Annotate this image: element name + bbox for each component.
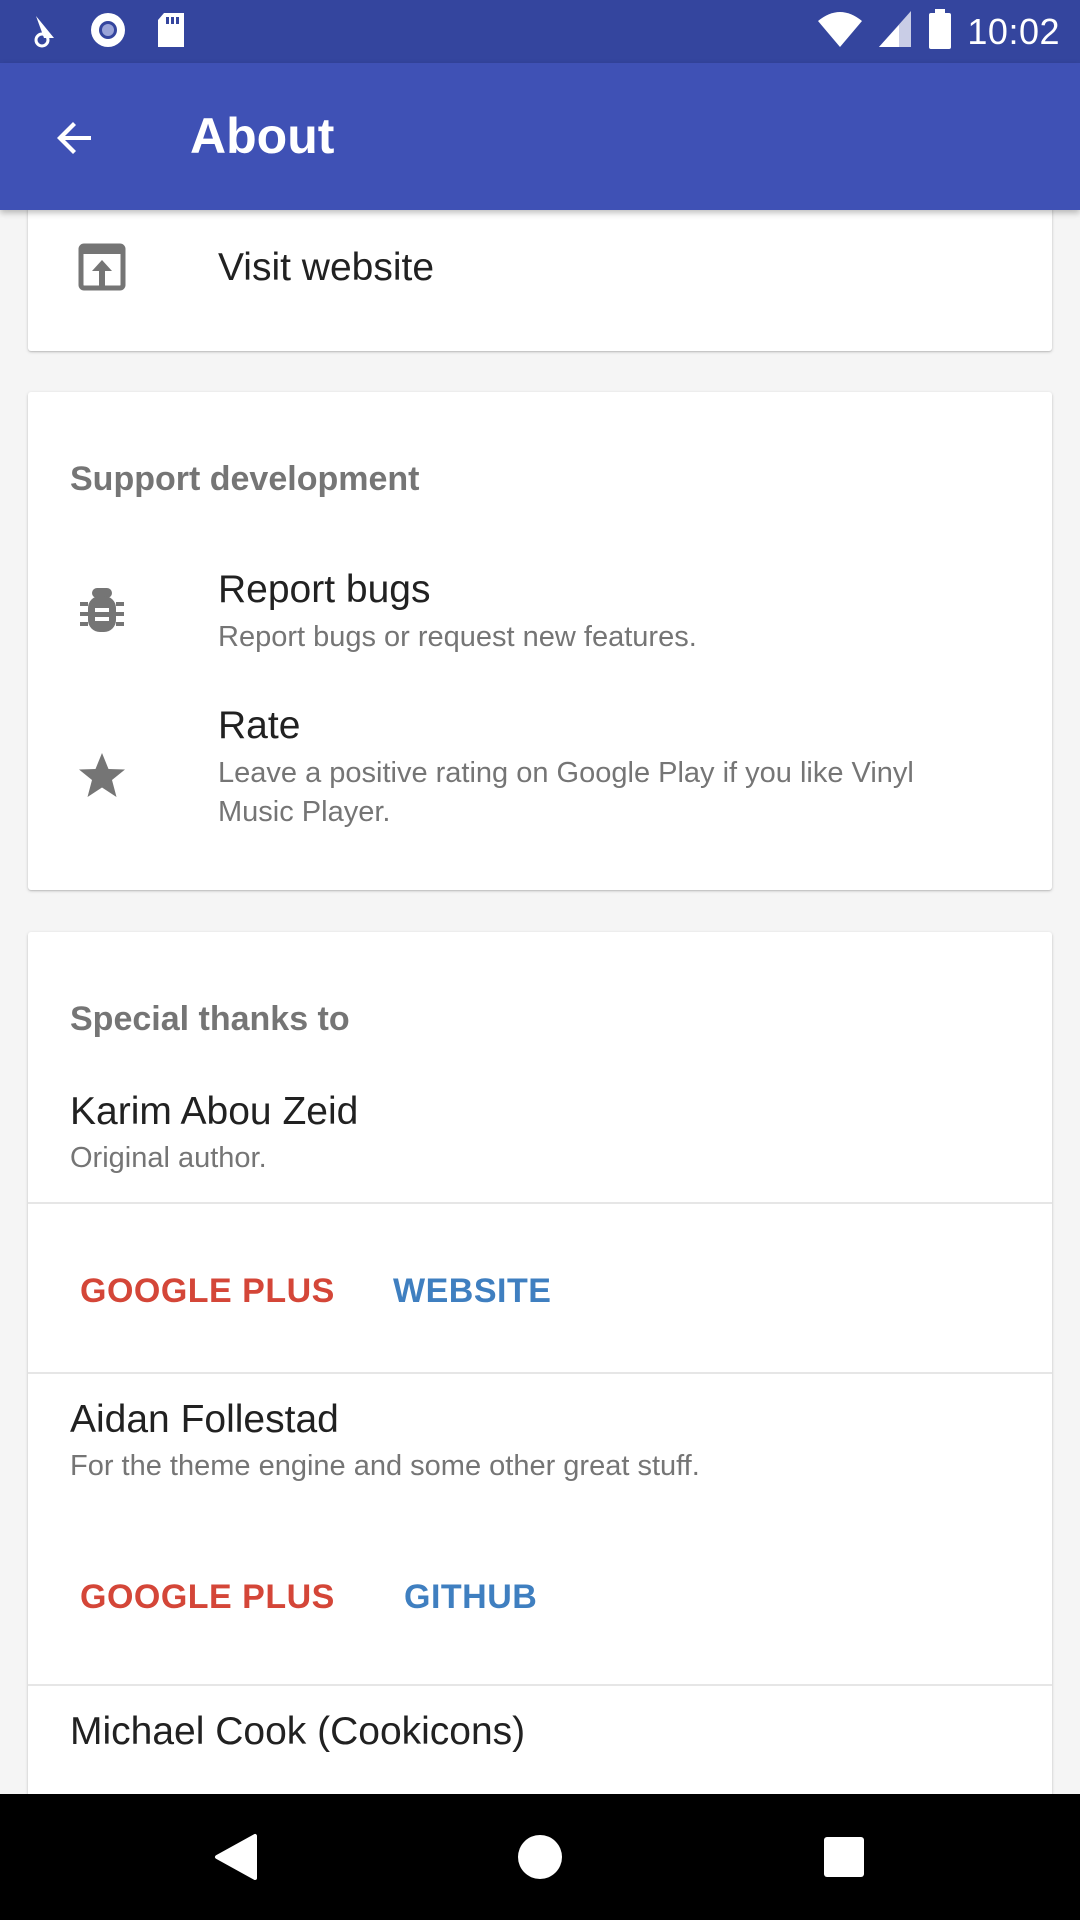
app-bar: About [0, 63, 1080, 210]
arrow-back-icon [57, 122, 91, 154]
report-bugs-subtitle: Report bugs or request new features. [218, 621, 697, 653]
person-name: Michael Cook (Cookicons) [70, 1710, 526, 1753]
circle-icon [88, 10, 128, 55]
divider [28, 1684, 1052, 1686]
divider [28, 1202, 1052, 1204]
github-button[interactable]: GITHUB [404, 1578, 537, 1617]
back-triangle-icon [215, 1834, 257, 1880]
star-icon [74, 748, 130, 804]
about-content[interactable]: Visit website Support development Report… [0, 210, 1080, 1794]
person-name: Aidan Follestad [70, 1398, 339, 1441]
wifi-icon [817, 9, 863, 54]
page-title: About [190, 108, 335, 164]
clock: 10:02 [967, 10, 1060, 52]
section-heading: Special thanks to [70, 1000, 350, 1038]
visit-website-row[interactable]: Visit website [28, 210, 1052, 351]
signal-icon [877, 9, 913, 54]
person-michael: Michael Cook (Cookicons) [28, 1710, 1052, 1794]
rate-title: Rate [218, 704, 301, 747]
google-plus-button[interactable]: GOOGLE PLUS [80, 1272, 335, 1311]
links-card: Visit website [28, 210, 1052, 351]
sd-card-icon [154, 11, 188, 54]
nav-recents-button[interactable] [816, 1829, 872, 1885]
person-karim: Karim Abou Zeid Original author. GOOGLE … [28, 1082, 1052, 1382]
website-button[interactable]: WEBSITE [393, 1272, 551, 1311]
home-circle-icon [518, 1835, 562, 1879]
back-button[interactable] [40, 103, 110, 173]
report-bugs-title: Report bugs [218, 568, 431, 611]
person-subtitle: Original author. [70, 1142, 267, 1174]
person-name: Karim Abou Zeid [70, 1090, 359, 1133]
status-bar: 10:02 [0, 0, 1080, 63]
nav-home-button[interactable] [512, 1829, 568, 1885]
support-card: Support development Report bugs Report b… [28, 392, 1052, 890]
navigation-bar [0, 1794, 1080, 1920]
divider [28, 1372, 1052, 1374]
rate-row[interactable]: Rate Leave a positive rating on Google P… [28, 692, 1052, 862]
person-subtitle: For the theme engine and some other grea… [70, 1450, 700, 1482]
bug-icon [74, 582, 130, 638]
battery-icon [927, 8, 953, 55]
recents-square-icon [824, 1837, 864, 1877]
thanks-card: Special thanks to Karim Abou Zeid Origin… [28, 932, 1052, 1794]
open-in-browser-icon [74, 239, 130, 295]
person-aidan: Aidan Follestad For the theme engine and… [28, 1398, 1052, 1710]
google-plus-button[interactable]: GOOGLE PLUS [80, 1578, 335, 1617]
report-bugs-row[interactable]: Report bugs Report bugs or request new f… [28, 552, 1052, 672]
rate-subtitle: Leave a positive rating on Google Play i… [218, 757, 914, 828]
nav-back-button[interactable] [208, 1829, 264, 1885]
visit-website-label: Visit website [218, 246, 435, 289]
notification-icon [32, 12, 62, 53]
section-heading: Support development [70, 460, 420, 498]
